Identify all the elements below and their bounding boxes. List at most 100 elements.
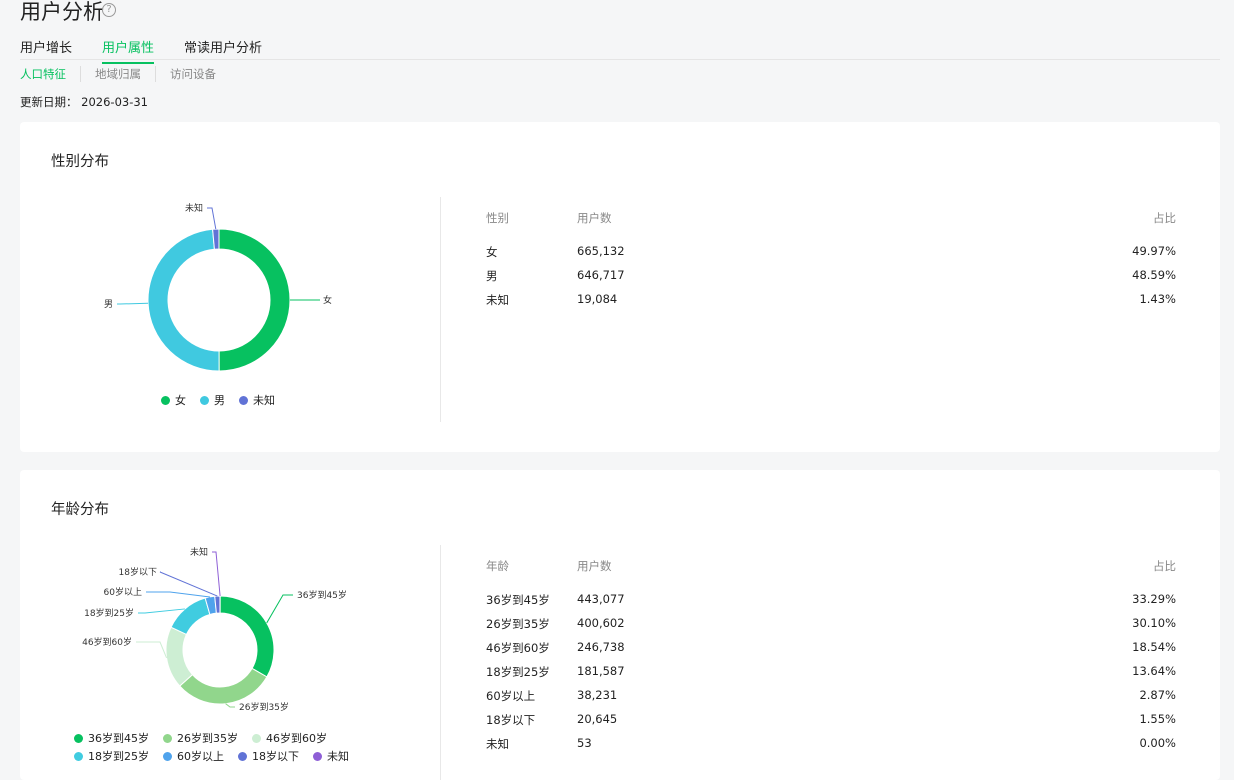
- legend-label: 未知: [253, 392, 275, 408]
- legend-dot-icon: [238, 752, 247, 761]
- legend-label: 60岁以上: [177, 748, 224, 764]
- table-row: 46岁到60岁246,73818.54%: [486, 640, 1176, 664]
- cell-name: 女: [486, 244, 498, 260]
- cell-name: 未知: [486, 292, 509, 308]
- legend-item[interactable]: 男: [200, 392, 225, 408]
- legend-item[interactable]: 46岁到60岁: [252, 730, 327, 746]
- slice-label: 18岁以下: [119, 566, 157, 578]
- legend-item[interactable]: 未知: [239, 392, 275, 408]
- legend-label: 26岁到35岁: [177, 730, 238, 746]
- cell-percent: 13.64%: [1132, 664, 1176, 678]
- cell-name: 18岁到25岁: [486, 664, 550, 680]
- gender-legend: 女 男 未知: [161, 392, 289, 408]
- cell-count: 19,084: [577, 292, 617, 306]
- cell-count: 400,602: [577, 616, 625, 630]
- cell-name: 60岁以上: [486, 688, 535, 704]
- slice-label: 60岁以上: [104, 586, 142, 598]
- slice-label: 男: [104, 299, 113, 310]
- cell-count: 38,231: [577, 688, 617, 702]
- cell-count: 646,717: [577, 268, 625, 282]
- legend-label: 未知: [327, 748, 349, 764]
- legend-label: 男: [214, 392, 225, 408]
- slice-label: 女: [323, 294, 332, 306]
- legend-item[interactable]: 36岁到45岁: [74, 730, 149, 746]
- slice-label: 36岁到45岁: [297, 589, 347, 601]
- donut-slice[interactable]: [171, 598, 210, 634]
- legend-item[interactable]: 60岁以上: [163, 748, 224, 764]
- cell-name: 18岁以下: [486, 712, 535, 728]
- cell-name: 26岁到35岁: [486, 616, 550, 632]
- legend-label: 18岁以下: [252, 748, 299, 764]
- donut-slice[interactable]: [220, 596, 274, 677]
- label-leader-line: [207, 208, 216, 229]
- cell-count: 20,645: [577, 712, 617, 726]
- slice-label: 18岁到25岁: [84, 607, 134, 619]
- cell-count: 665,132: [577, 244, 625, 258]
- subtab-demographics[interactable]: 人口特征: [20, 66, 80, 82]
- label-leader-line: [117, 303, 148, 304]
- cell-name: 男: [486, 268, 498, 284]
- table-header: 性别用户数占比: [486, 210, 1176, 234]
- column-header: 占比: [1153, 558, 1176, 574]
- legend-item[interactable]: 26岁到35岁: [163, 730, 238, 746]
- table-row: 36岁到45岁443,07733.29%: [486, 592, 1176, 616]
- sub-tabs: 人口特征 地域归属 访问设备: [20, 66, 230, 82]
- donut-slice[interactable]: [148, 229, 219, 371]
- column-header: 用户数: [577, 558, 612, 574]
- update-date-value: 2026-03-31: [81, 95, 148, 109]
- legend-label: 女: [175, 392, 186, 408]
- legend-label: 46岁到60岁: [266, 730, 327, 746]
- cell-count: 53: [577, 736, 592, 750]
- legend-dot-icon: [74, 734, 83, 743]
- legend-dot-icon: [252, 734, 261, 743]
- cell-count: 246,738: [577, 640, 625, 654]
- cell-percent: 30.10%: [1132, 616, 1176, 630]
- legend-dot-icon: [161, 396, 170, 405]
- legend-dot-icon: [239, 396, 248, 405]
- update-date-label: 更新日期：: [20, 95, 78, 109]
- label-leader-line: [226, 704, 235, 707]
- cell-name: 36岁到45岁: [486, 592, 550, 608]
- update-date: 更新日期： 2026-03-31: [20, 94, 148, 110]
- cell-percent: 0.00%: [1139, 736, 1176, 750]
- table-row: 未知19,0841.43%: [486, 292, 1176, 316]
- legend-item[interactable]: 18岁以下: [238, 748, 299, 764]
- table-row: 26岁到35岁 400,602 30.10%: [486, 616, 1176, 640]
- age-table: 年龄用户数占比36岁到45岁443,07733.29%26岁到35岁400,60…: [486, 558, 1176, 760]
- table-row: 18岁以下 20,645 1.55%: [486, 712, 1176, 736]
- label-leader-line: [136, 642, 167, 658]
- donut-slice[interactable]: [180, 668, 267, 704]
- legend-label: 36岁到45岁: [88, 730, 149, 746]
- subtab-device[interactable]: 访问设备: [155, 66, 230, 82]
- donut-slice[interactable]: [219, 229, 290, 371]
- table-row: 女665,13249.97%: [486, 244, 1176, 268]
- legend-dot-icon: [163, 752, 172, 761]
- help-icon[interactable]: ?: [102, 3, 116, 17]
- label-leader-line: [146, 592, 210, 597]
- slice-label: 26岁到35岁: [239, 701, 289, 713]
- cell-count: 443,077: [577, 592, 625, 606]
- table-row: 18岁到25岁 181,587 13.64%: [486, 664, 1176, 688]
- column-header: 占比: [1153, 210, 1176, 226]
- label-leader-line: [267, 595, 293, 623]
- legend-item[interactable]: 18岁到25岁: [74, 748, 149, 764]
- cell-percent: 1.55%: [1139, 712, 1176, 726]
- legend-item[interactable]: 女: [161, 392, 186, 408]
- legend-item[interactable]: 未知: [313, 748, 349, 764]
- cell-count: 181,587: [577, 664, 625, 678]
- table-header: 年龄 用户数 占比: [486, 558, 1176, 582]
- page-title: 用户分析: [20, 0, 104, 26]
- legend-dot-icon: [163, 734, 172, 743]
- legend-label: 18岁到25岁: [88, 748, 149, 764]
- subtab-region[interactable]: 地域归属: [80, 66, 155, 82]
- table-row: 男646,71748.59%: [486, 268, 1176, 292]
- divider: [440, 545, 441, 780]
- legend-dot-icon: [74, 752, 83, 761]
- age-card: 年龄分布 36岁到45岁26岁到35岁46岁到60岁18岁到25岁60岁以上18…: [20, 470, 1220, 780]
- gender-table: 性别用户数占比女665,13249.97%男646,71748.59%未知19,…: [486, 210, 1176, 316]
- column-header: 年龄: [486, 558, 509, 574]
- cell-percent: 2.87%: [1139, 688, 1176, 702]
- age-donut-chart: 36岁到45岁26岁到35岁46岁到60岁18岁到25岁60岁以上18岁以下未知: [20, 470, 440, 730]
- table-row: 未知530.00%: [486, 736, 1176, 760]
- donut-slice[interactable]: [166, 627, 192, 686]
